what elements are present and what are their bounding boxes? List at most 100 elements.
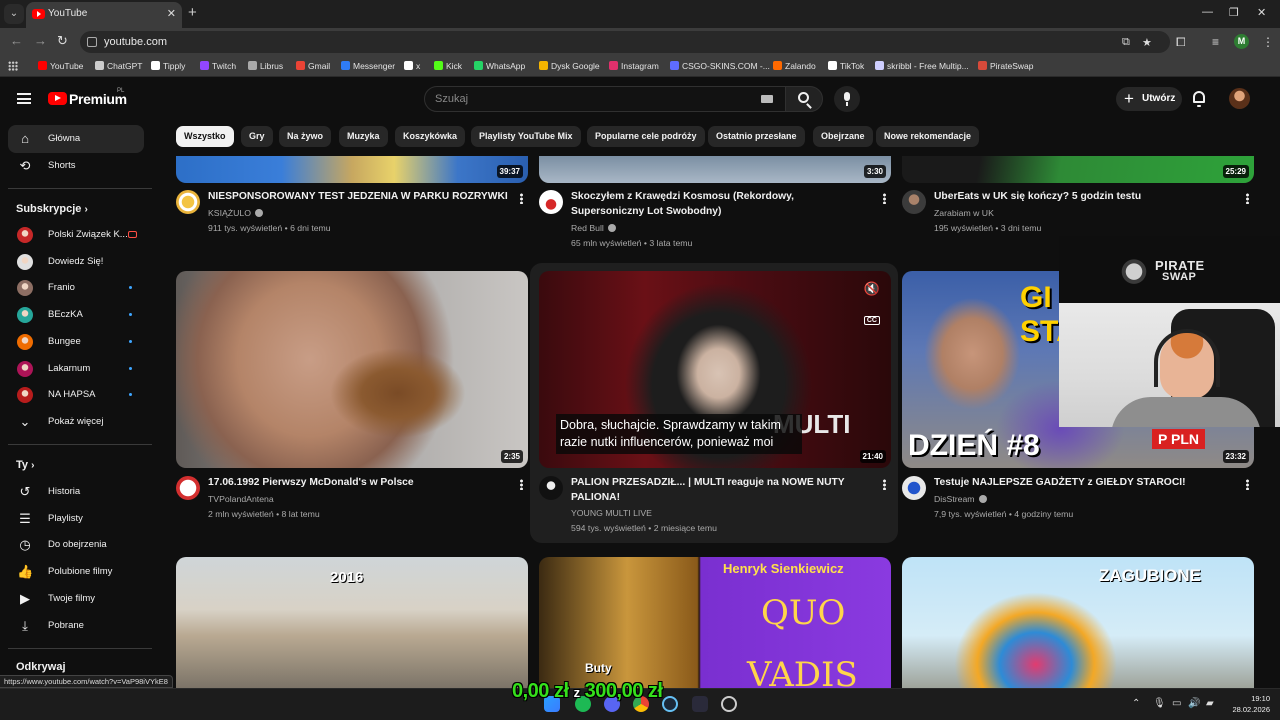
captions-cc-icon[interactable]: CC <box>863 316 880 325</box>
sidebar-subscription-item[interactable]: Dowiedz Się! <box>8 248 144 276</box>
filter-chip[interactable]: Na żywo <box>279 126 332 147</box>
search-box[interactable]: Szukaj <box>424 86 786 112</box>
bookmark-item[interactable]: CSGO-SKINS.COM -... <box>670 60 770 74</box>
channel-name[interactable]: DisStream <box>934 494 987 504</box>
search-button[interactable] <box>785 86 823 112</box>
sidebar-subscription-item[interactable]: Lakarnum <box>8 355 144 383</box>
sidebar-subscription-item[interactable]: BEczKA <box>8 301 144 329</box>
video-thumbnail[interactable]: Henryk Sienkiewicz QUO VADIS Buty <box>539 557 891 688</box>
system-clock[interactable]: 19:10 28.02.2026 <box>1226 693 1270 715</box>
bookmark-item[interactable]: ChatGPT <box>95 60 142 74</box>
video-title[interactable]: PALION PRZESADZIŁ... | MULTI reaguje na … <box>571 476 866 505</box>
install-app-icon[interactable]: ⧉ <box>1122 36 1130 49</box>
show-more-button[interactable]: ⌄ Pokaż więcej <box>8 408 144 436</box>
channel-avatar[interactable] <box>902 476 926 500</box>
filter-chip[interactable]: Gry <box>241 126 273 147</box>
back-icon[interactable]: ← <box>10 34 23 48</box>
site-info-icon[interactable] <box>87 37 97 47</box>
browser-tab[interactable]: YouTube ✕ <box>26 2 182 28</box>
sidebar-item-liked[interactable]: 👍 Polubione filmy <box>8 558 144 586</box>
sidebar-item-shorts[interactable]: ⟲ Shorts <box>8 152 144 180</box>
sidebar-subscription-item[interactable]: NA HAPSA <box>8 381 144 409</box>
minimize-icon[interactable]: — <box>1202 6 1213 18</box>
you-heading[interactable]: Ty › <box>16 459 34 471</box>
sidebar-item-downloads[interactable]: ⤓ Pobrane <box>8 612 144 640</box>
bookmark-item[interactable]: Messenger <box>341 60 395 74</box>
video-thumbnail[interactable]: 2016 <box>176 557 528 688</box>
sound-muted-icon[interactable]: 🔇 <box>864 281 880 297</box>
more-actions-icon[interactable] <box>1246 193 1249 204</box>
sidebar-subscription-item[interactable]: Franio <box>8 274 144 302</box>
address-bar[interactable]: youtube.com ⧉ ★ <box>80 31 1170 53</box>
chevron-up-icon[interactable]: ⌃ <box>1132 698 1140 709</box>
channel-avatar[interactable] <box>902 190 926 214</box>
youtube-logo-icon[interactable] <box>48 92 67 105</box>
more-actions-icon[interactable] <box>883 193 886 204</box>
sidebar-item-home[interactable]: ⌂ Główna <box>8 125 144 153</box>
create-button[interactable]: + Utwórz <box>1116 87 1182 111</box>
obs-icon[interactable] <box>721 696 737 712</box>
sidebar-subscription-item[interactable]: Bungee <box>8 328 144 356</box>
sidebar-item-watch-later[interactable]: ◷ Do obejrzenia <box>8 531 144 559</box>
browser-profile-avatar[interactable]: M <box>1234 34 1249 49</box>
sidebar-item-playlists[interactable]: ☰ Playlisty <box>8 505 144 533</box>
extensions-icon[interactable]: ⧠ <box>1176 35 1186 49</box>
reload-icon[interactable]: ↻ <box>57 34 68 48</box>
tab-search-button[interactable]: ⌄ <box>4 4 24 24</box>
media-control-icon[interactable]: ≡ <box>1212 35 1219 49</box>
bookmark-item[interactable]: Dysk Google <box>539 60 600 74</box>
bookmark-item[interactable]: Zalando <box>773 60 816 74</box>
bookmark-item[interactable]: Tipply <box>151 60 185 74</box>
video-title[interactable]: Testuje NAJLEPSZE GADŻETY z GIEŁDY STARO… <box>934 476 1234 491</box>
close-window-icon[interactable]: ✕ <box>1257 6 1266 19</box>
url-text[interactable]: youtube.com <box>104 36 167 48</box>
channel-name[interactable]: KSIĄŻULO <box>208 208 263 218</box>
video-thumbnail[interactable]: 3:30 <box>539 156 891 183</box>
bookmark-item[interactable]: Librus <box>248 60 283 74</box>
bookmark-item[interactable]: Twitch <box>200 60 236 74</box>
channel-name[interactable]: TVPolandAntena <box>208 494 274 504</box>
video-thumbnail[interactable]: 25:29 <box>902 156 1254 183</box>
filter-chip[interactable]: Koszykówka <box>395 126 466 147</box>
apps-grid-icon[interactable] <box>8 61 18 71</box>
channel-name[interactable]: Zarabiam w UK <box>934 208 994 218</box>
more-actions-icon[interactable] <box>520 193 523 204</box>
video-title[interactable]: 17.06.1992 Pierwszy McDonald's w Polsce <box>208 476 508 491</box>
bookmark-item[interactable]: x <box>404 60 420 74</box>
menu-hamburger-icon[interactable] <box>17 93 31 104</box>
channel-name[interactable]: Red Bull <box>571 223 616 233</box>
chrome-menu-icon[interactable]: ⋮ <box>1262 35 1274 49</box>
network-icon[interactable]: ▭ <box>1172 698 1181 709</box>
new-tab-button[interactable]: + <box>188 5 197 20</box>
subscriptions-heading[interactable]: Subskrypcje › <box>16 203 88 215</box>
video-thumbnail[interactable]: ZAGUBIONE <box>902 557 1254 688</box>
notifications-bell-icon[interactable] <box>1193 91 1205 107</box>
bookmark-item[interactable]: skribbl - Free Multip... <box>875 60 969 74</box>
more-actions-icon[interactable] <box>1246 479 1249 490</box>
channel-avatar[interactable] <box>176 190 200 214</box>
filter-chip[interactable]: Playlisty YouTube Mix <box>471 126 581 147</box>
bookmark-star-icon[interactable]: ★ <box>1142 36 1152 49</box>
bookmark-item[interactable]: Gmail <box>296 60 330 74</box>
maximize-icon[interactable]: ❐ <box>1229 6 1239 19</box>
sidebar-item-history[interactable]: ↺ Historia <box>8 478 144 506</box>
filter-chip[interactable]: Popularne cele podróży <box>587 126 705 147</box>
filter-chip[interactable]: Wszystko <box>176 126 234 147</box>
channel-avatar[interactable] <box>539 476 563 500</box>
battery-icon[interactable]: ▰ <box>1206 698 1214 709</box>
keyboard-icon[interactable] <box>761 95 773 103</box>
more-actions-icon[interactable] <box>883 479 886 490</box>
more-actions-icon[interactable] <box>520 479 523 490</box>
bookmark-item[interactable]: YouTube <box>38 60 83 74</box>
search-input[interactable]: Szukaj <box>435 93 468 105</box>
filter-chip[interactable]: Obejrzane <box>813 126 873 147</box>
video-title[interactable]: UberEats w UK się kończy? 5 godzin testu <box>934 190 1234 205</box>
sidebar-subscription-item[interactable]: Polski Związek K... <box>8 221 144 249</box>
voice-search-mic-icon[interactable] <box>834 86 860 112</box>
account-avatar[interactable] <box>1229 88 1250 109</box>
video-title[interactable]: Skoczyłem z Krawędzi Kosmosu (Rekordowy,… <box>571 190 866 219</box>
video-thumbnail[interactable]: 2:35 <box>176 271 528 468</box>
forward-icon[interactable]: → <box>34 34 47 48</box>
bookmark-item[interactable]: TikTok <box>828 60 864 74</box>
bookmark-item[interactable]: Instagram <box>609 60 659 74</box>
